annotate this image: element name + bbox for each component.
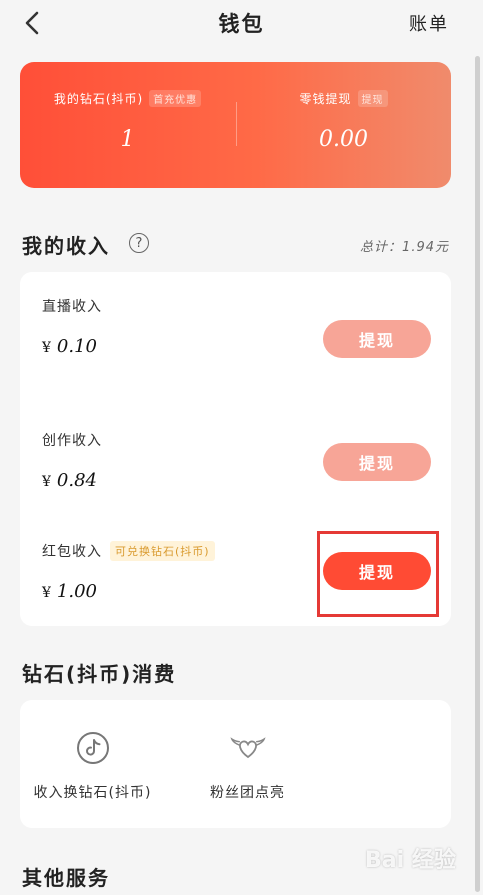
bill-link[interactable]: 账单 <box>409 10 449 36</box>
change-label: 零钱提现 <box>299 92 352 106</box>
withdraw-tag: 提现 <box>357 90 388 107</box>
income-label: 红包收入 <box>42 544 102 560</box>
fan-club-entry[interactable]: 粉丝团点亮 <box>175 730 320 802</box>
scrollbar[interactable] <box>475 56 480 892</box>
douyin-logo-icon <box>75 730 111 766</box>
change-value: 0.00 <box>319 127 368 152</box>
diamond-spend-title: 钻石(抖币)消费 <box>22 662 177 686</box>
diamond-label: 我的钻石(抖币) <box>53 92 144 106</box>
question-circle-icon[interactable]: ? <box>129 233 149 253</box>
income-title: 我的收入 <box>22 234 110 258</box>
withdraw-button-creation[interactable]: 提现 <box>323 443 431 481</box>
income-label: 直播收入 <box>42 299 102 315</box>
withdraw-button-live[interactable]: 提现 <box>323 320 431 358</box>
entry-label: 粉丝团点亮 <box>210 785 285 801</box>
income-amount: 0.84 <box>56 470 97 491</box>
winged-heart-icon <box>229 730 266 766</box>
wallet-summary-card: 我的钻石(抖币) 首充优惠 1 零钱提现 提现 0.00 <box>20 62 451 188</box>
diamond-value: 1 <box>120 127 135 152</box>
first-recharge-tag: 首充优惠 <box>149 90 202 107</box>
exchange-diamond-entry[interactable]: 收入换钻石(抖币) <box>20 730 165 802</box>
top-bar: 钱包 账单 <box>0 0 483 50</box>
exchange-badge: 可兑换钻石(抖币) <box>110 541 215 561</box>
watermark: Bai 经验 <box>365 848 456 873</box>
other-services-title: 其他服务 <box>22 866 110 890</box>
wallet-page: 钱包 账单 我的钻石(抖币) 首充优惠 1 零钱提现 提现 0.00 我的收入 … <box>0 0 483 895</box>
change-balance[interactable]: 零钱提现 提现 0.00 <box>236 88 451 152</box>
income-amount: 0.10 <box>56 336 97 357</box>
diamond-balance[interactable]: 我的钻石(抖币) 首充优惠 1 <box>20 88 235 152</box>
currency-symbol: ¥ <box>42 340 51 356</box>
entry-label: 收入换钻石(抖币) <box>33 785 152 801</box>
diamond-spend-card: 收入换钻石(抖币) 粉丝团点亮 <box>20 700 451 828</box>
currency-symbol: ¥ <box>42 474 51 490</box>
income-label: 创作收入 <box>42 433 102 449</box>
income-total: 总计：1.94元 <box>360 240 449 255</box>
currency-symbol: ¥ <box>42 585 51 601</box>
income-amount: 1.00 <box>56 581 97 602</box>
highlight-annotation-box <box>317 531 439 617</box>
